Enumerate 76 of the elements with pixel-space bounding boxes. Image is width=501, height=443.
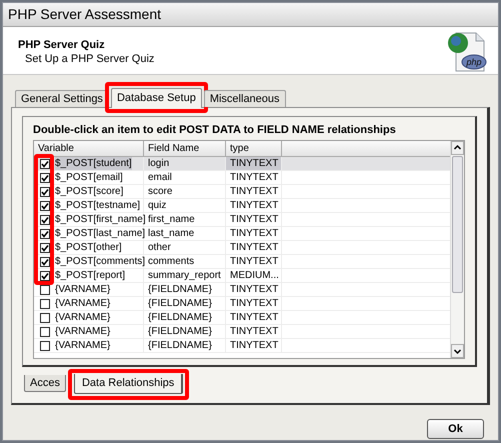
table-cell: {VARNAME}	[55, 283, 110, 296]
table-cell: $_POST[first_name]	[55, 213, 146, 226]
checkbox[interactable]	[40, 214, 50, 224]
table-cell: summary_report	[144, 269, 226, 282]
table-cell: other	[144, 241, 226, 254]
checkbox[interactable]	[40, 270, 50, 280]
table-cell: {FIELDNAME}	[144, 283, 226, 296]
checkbox[interactable]	[40, 256, 50, 266]
table-row[interactable]: {VARNAME} {FIELDNAME} TINYTEXT	[34, 283, 450, 297]
table-cell: last_name	[144, 227, 226, 240]
table-cell: {VARNAME}	[55, 339, 110, 352]
header-subtitle: Set Up a PHP Server Quiz	[24, 52, 154, 66]
tab[interactable]: Data Relationships	[74, 374, 184, 394]
table-cell: TINYTEXT	[226, 157, 282, 170]
table-cell: TINYTEXT	[226, 227, 282, 240]
scroll-up-icon[interactable]	[451, 141, 464, 155]
table-cell: $_POST[comments]	[55, 255, 146, 268]
table-cell: TINYTEXT	[226, 283, 282, 296]
table-cell: TINYTEXT	[226, 171, 282, 184]
table-cell: email	[144, 171, 226, 184]
column-header[interactable]: Field Name	[144, 141, 226, 157]
table-cell: $_POST[last_name]	[55, 227, 146, 240]
checkbox[interactable]	[40, 284, 50, 294]
table-row[interactable]: {VARNAME} {FIELDNAME} TINYTEXT	[34, 297, 450, 311]
scroll-down-icon[interactable]	[451, 344, 464, 358]
table-cell: {VARNAME}	[55, 297, 110, 310]
table-cell: quiz	[144, 199, 226, 212]
table-cell: $_POST[testname]	[55, 199, 140, 212]
table-cell: TINYTEXT	[226, 339, 282, 352]
table-cell: score	[144, 185, 226, 198]
table-cell: TINYTEXT	[226, 185, 282, 198]
tab[interactable]: Acces	[24, 375, 66, 392]
table-row[interactable]: {VARNAME} {FIELDNAME} TINYTEXT	[34, 311, 450, 325]
checkbox[interactable]	[40, 242, 50, 252]
table-cell: comments	[144, 255, 226, 268]
window-title: PHP Server Assessment	[8, 5, 162, 24]
table-cell: {FIELDNAME}	[144, 325, 226, 338]
table-cell: {FIELDNAME}	[144, 311, 226, 324]
checkbox[interactable]	[40, 312, 50, 322]
table-cell: {FIELDNAME}	[144, 297, 226, 310]
scroll-thumb[interactable]	[452, 156, 463, 293]
checkbox[interactable]	[40, 158, 50, 168]
column-header[interactable]: type	[226, 141, 282, 157]
ok-button[interactable]: Ok	[427, 419, 484, 439]
table-cell: {VARNAME}	[55, 325, 110, 338]
checkbox[interactable]	[40, 326, 50, 336]
checkbox[interactable]	[40, 298, 50, 308]
table-cell: $_POST[other]	[55, 241, 122, 254]
table-cell: TINYTEXT	[226, 311, 282, 324]
checkbox[interactable]	[40, 172, 50, 182]
column-header[interactable]: Variable	[34, 141, 144, 157]
instruction-text: Double-click an item to edit POST DATA to FIELD NAME relationships	[33, 123, 397, 137]
table-cell: {FIELDNAME}	[144, 339, 226, 352]
tab[interactable]: Database Setup	[110, 88, 202, 108]
scrollbar[interactable]	[450, 141, 464, 358]
table-cell: $_POST[email]	[55, 171, 123, 184]
table-cell: $_POST[student]	[55, 157, 132, 170]
table-row[interactable]: {VARNAME} {FIELDNAME} TINYTEXT	[34, 325, 450, 339]
table-cell: TINYTEXT	[226, 199, 282, 212]
table-cell: TINYTEXT	[226, 255, 282, 268]
table-cell: TINYTEXT	[226, 325, 282, 338]
table-cell: {VARNAME}	[55, 311, 110, 324]
checkbox[interactable]	[40, 228, 50, 238]
table-cell: $_POST[score]	[55, 185, 124, 198]
tab[interactable]: Miscellaneous	[204, 90, 286, 107]
table-row[interactable]: {VARNAME} {FIELDNAME} TINYTEXT	[34, 339, 450, 353]
header-title: PHP Server Quiz	[18, 38, 106, 52]
table-cell: first_name	[144, 213, 226, 226]
checkbox[interactable]	[40, 200, 50, 210]
table-cell: MEDIUM...	[226, 269, 282, 282]
table-cell: TINYTEXT	[226, 241, 282, 254]
table-cell: TINYTEXT	[226, 213, 282, 226]
table-cell: TINYTEXT	[226, 297, 282, 310]
checkbox[interactable]	[40, 340, 50, 350]
checkbox[interactable]	[40, 186, 50, 196]
table-cell: $_POST[report]	[55, 269, 126, 282]
